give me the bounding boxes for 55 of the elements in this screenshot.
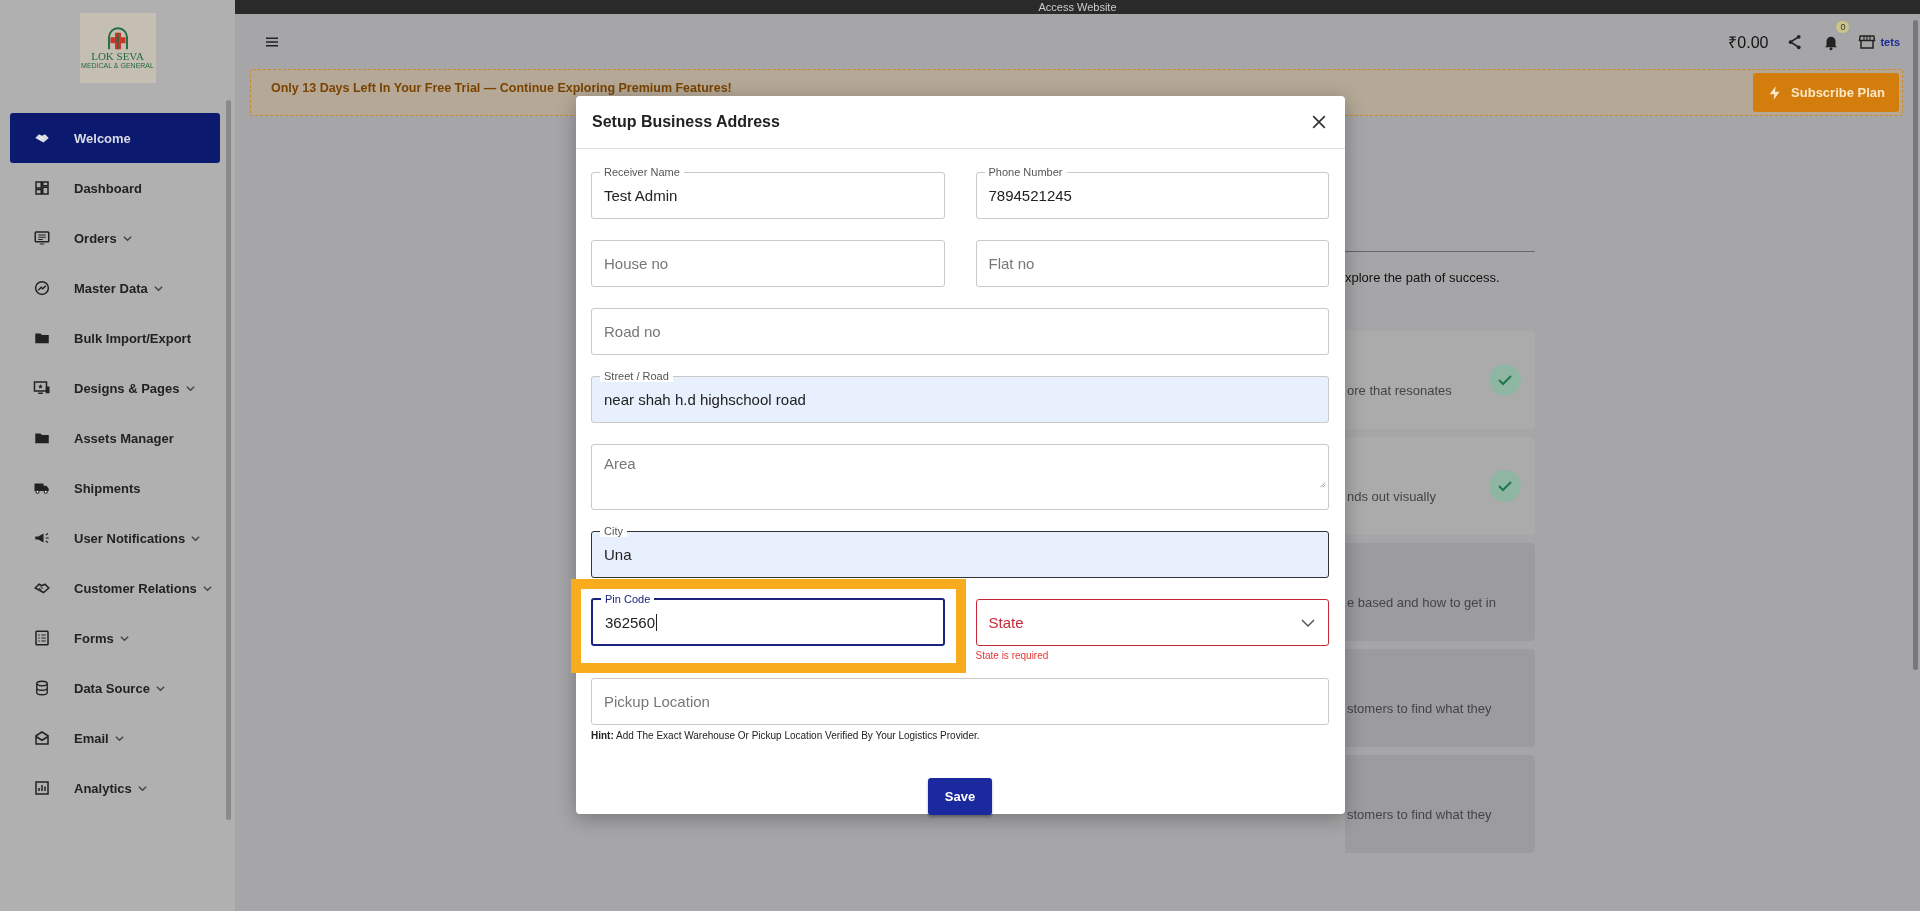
- monitor-icon: [33, 379, 51, 397]
- text-field[interactable]: Pin Code 362560: [591, 593, 945, 646]
- store-link[interactable]: tets: [1858, 32, 1900, 51]
- monitor-icon: [33, 229, 51, 247]
- text-field[interactable]: Pickup Location: [591, 678, 1329, 725]
- trial-message: Only 13 Days Left In Your Free Trial — Continue Exploring Premium Features!: [271, 81, 732, 95]
- sidebar-item[interactable]: Dashboard: [10, 163, 220, 213]
- text-field[interactable]: Flat no: [975, 240, 1329, 287]
- sidebar-item[interactable]: Welcome: [10, 113, 220, 163]
- step-text: ore that resonates: [1347, 382, 1452, 398]
- sidebar-item[interactable]: User Notifications: [10, 513, 220, 563]
- sidebar-item[interactable]: Customer Relations: [10, 563, 220, 613]
- hint-text: Hint: Add The Exact Warehouse Or Pickup Location Verified By Your Logistics Provider.: [591, 730, 981, 741]
- bar-chart-icon: [33, 779, 51, 797]
- sidebar-item[interactable]: Email: [10, 713, 220, 763]
- step-text: e based and how to get in: [1347, 594, 1496, 610]
- text-field[interactable]: Street / Road near shah h.d highschool road: [591, 370, 1329, 423]
- text-area[interactable]: Area: [591, 444, 1329, 510]
- resize-grip-icon[interactable]: [1318, 480, 1326, 488]
- balance: ₹0.00: [1728, 32, 1769, 53]
- dropdown[interactable]: State: [975, 599, 1329, 646]
- step-text: nds out visually: [1347, 488, 1436, 504]
- check-icon: [1489, 470, 1521, 502]
- step-text: stomers to find what they: [1347, 700, 1492, 716]
- store-icon: [1858, 32, 1877, 51]
- text-field[interactable]: Road no: [591, 308, 1329, 355]
- sidebar-item[interactable]: Data Source: [10, 663, 220, 713]
- dialog-title: Setup Business Address: [592, 113, 780, 131]
- sidebar-item[interactable]: Designs & Pages: [10, 363, 220, 413]
- sidebar-item[interactable]: Analytics: [10, 763, 220, 813]
- text-field[interactable]: Phone Number 7894521245: [975, 166, 1329, 219]
- sidebar-item[interactable]: Shipments: [10, 463, 220, 513]
- list-icon: [33, 629, 51, 647]
- envelope-icon: [33, 729, 51, 747]
- sidebar-item[interactable]: Master Data: [10, 263, 220, 313]
- notification-badge: 0: [1836, 20, 1850, 33]
- text-field[interactable]: House no: [591, 240, 945, 287]
- intro-text: xplore the path of success.: [1345, 270, 1501, 285]
- chart-icon: [33, 279, 51, 297]
- text-field[interactable]: City Una: [591, 525, 1329, 578]
- text-field[interactable]: Receiver Name Test Admin: [591, 166, 945, 219]
- sidebar-item[interactable]: Forms: [10, 613, 220, 663]
- top-bar-title: Access Website: [1038, 1, 1117, 13]
- scrollbar[interactable]: [226, 100, 231, 820]
- database-icon: [33, 679, 51, 697]
- dashboard-icon: [33, 179, 51, 197]
- sidebar-item[interactable]: Assets Manager: [10, 413, 220, 463]
- save-button[interactable]: Save: [928, 778, 992, 815]
- error-message: State is required: [975, 650, 1050, 661]
- sidebar-item[interactable]: Bulk Import/Export: [10, 313, 220, 363]
- sidebar-item[interactable]: Orders: [10, 213, 220, 263]
- scrollbar[interactable]: [1913, 20, 1918, 670]
- logo-text: LOK SEVA: [91, 50, 144, 62]
- check-icon: [1489, 364, 1521, 396]
- step-text: stomers to find what they: [1347, 806, 1492, 822]
